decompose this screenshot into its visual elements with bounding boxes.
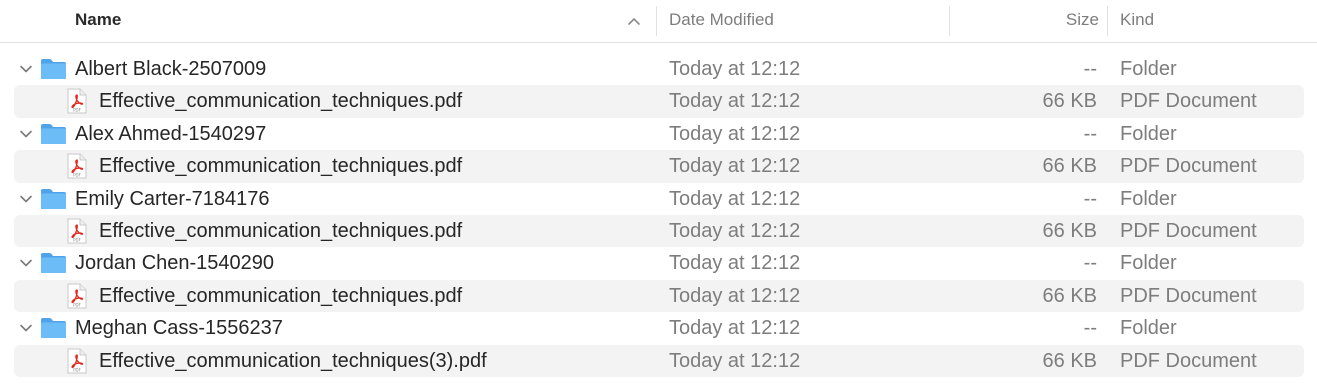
folder-name: Meghan Cass-1556237	[75, 317, 283, 340]
file-name: Effective_communication_techniques(3).pd…	[99, 349, 487, 372]
date-modified: Today at 12:12	[669, 317, 801, 340]
file-size: 66 KB	[1042, 219, 1097, 242]
file-size: 66 KB	[1042, 90, 1097, 113]
folder-row[interactable]: Alex Ahmed-1540297 Today at 12:12 -- Fol…	[0, 118, 1317, 150]
folder-row[interactable]: Albert Black-2507009 Today at 12:12 -- F…	[0, 53, 1317, 85]
folder-icon	[41, 253, 66, 274]
file-size: --	[1083, 187, 1097, 210]
file-name: Effective_communication_techniques.pdf	[99, 219, 463, 242]
folder-row[interactable]: Emily Carter-7184176 Today at 12:12 -- F…	[0, 183, 1317, 215]
file-kind: Folder	[1120, 187, 1177, 210]
pdf-file-icon: PDF	[67, 348, 87, 374]
column-header-name[interactable]: Name	[75, 0, 121, 42]
file-size: --	[1083, 252, 1097, 275]
file-size: 66 KB	[1042, 349, 1097, 372]
column-header-size[interactable]: Size	[962, 0, 1099, 42]
svg-text:PDF: PDF	[73, 367, 81, 372]
column-header-date-modified[interactable]: Date Modified	[669, 0, 774, 42]
folder-name: Alex Ahmed-1540297	[75, 122, 267, 145]
folder-name: Albert Black-2507009	[75, 58, 267, 80]
file-name: Effective_communication_techniques.pdf	[99, 90, 463, 113]
chevron-down-icon[interactable]	[19, 321, 33, 335]
column-header-kind[interactable]: Kind	[1120, 0, 1154, 42]
column-separator[interactable]	[1107, 6, 1108, 36]
file-kind: PDF Document	[1120, 155, 1257, 178]
chevron-down-icon[interactable]	[19, 256, 33, 270]
column-header-bar: Name Date Modified Size Kind	[0, 0, 1317, 43]
pdf-file-icon: PDF	[67, 88, 87, 114]
folder-row[interactable]: Meghan Cass-1556237 Today at 12:12 -- Fo…	[0, 312, 1317, 344]
file-size: --	[1083, 122, 1097, 145]
date-modified: Today at 12:12	[669, 219, 801, 242]
folder-icon	[41, 123, 66, 144]
folder-row[interactable]: Jordan Chen-1540290 Today at 12:12 -- Fo…	[0, 247, 1317, 279]
svg-text:PDF: PDF	[73, 302, 81, 307]
folder-icon	[41, 188, 66, 209]
file-kind: PDF Document	[1120, 284, 1257, 307]
pdf-file-icon: PDF	[67, 218, 87, 244]
sort-ascending-icon[interactable]	[626, 13, 642, 29]
column-separator[interactable]	[949, 6, 950, 36]
file-kind: PDF Document	[1120, 349, 1257, 372]
chevron-down-icon[interactable]	[19, 62, 33, 76]
file-kind: PDF Document	[1120, 90, 1257, 113]
date-modified: Today at 12:12	[669, 90, 801, 113]
date-modified: Today at 12:12	[669, 349, 801, 372]
svg-text:PDF: PDF	[73, 108, 81, 113]
file-row[interactable]: PDF Effective_communication_techniques.p…	[0, 279, 1317, 313]
file-kind: Folder	[1120, 317, 1177, 340]
date-modified: Today at 12:12	[669, 58, 801, 80]
file-kind: Folder	[1120, 58, 1177, 80]
chevron-down-icon[interactable]	[19, 192, 33, 206]
file-name: Effective_communication_techniques.pdf	[99, 155, 463, 178]
file-row[interactable]: PDF Effective_communication_techniques(3…	[0, 344, 1317, 377]
file-row[interactable]: PDF Effective_communication_techniques.p…	[0, 214, 1317, 248]
date-modified: Today at 12:12	[669, 122, 801, 145]
folder-icon	[41, 59, 66, 79]
column-separator[interactable]	[656, 6, 657, 36]
file-size: 66 KB	[1042, 155, 1097, 178]
svg-text:PDF: PDF	[73, 173, 81, 178]
date-modified: Today at 12:12	[669, 252, 801, 275]
file-row[interactable]: PDF Effective_communication_techniques.p…	[0, 85, 1317, 118]
date-modified: Today at 12:12	[669, 187, 801, 210]
file-name: Effective_communication_techniques.pdf	[99, 284, 463, 307]
file-list: Albert Black-2507009 Today at 12:12 -- F…	[0, 53, 1317, 377]
pdf-file-icon: PDF	[67, 153, 87, 179]
svg-text:PDF: PDF	[73, 237, 81, 242]
file-kind: Folder	[1120, 252, 1177, 275]
chevron-down-icon[interactable]	[19, 127, 33, 141]
folder-name: Jordan Chen-1540290	[75, 252, 275, 275]
date-modified: Today at 12:12	[669, 284, 801, 307]
folder-icon	[41, 318, 66, 339]
file-row[interactable]: PDF Effective_communication_techniques.p…	[0, 150, 1317, 183]
pdf-file-icon: PDF	[67, 283, 87, 309]
file-size: --	[1083, 317, 1097, 340]
file-size: --	[1083, 58, 1097, 80]
file-kind: PDF Document	[1120, 219, 1257, 242]
date-modified: Today at 12:12	[669, 155, 801, 178]
folder-name: Emily Carter-7184176	[75, 187, 270, 210]
file-size: 66 KB	[1042, 284, 1097, 307]
file-kind: Folder	[1120, 122, 1177, 145]
